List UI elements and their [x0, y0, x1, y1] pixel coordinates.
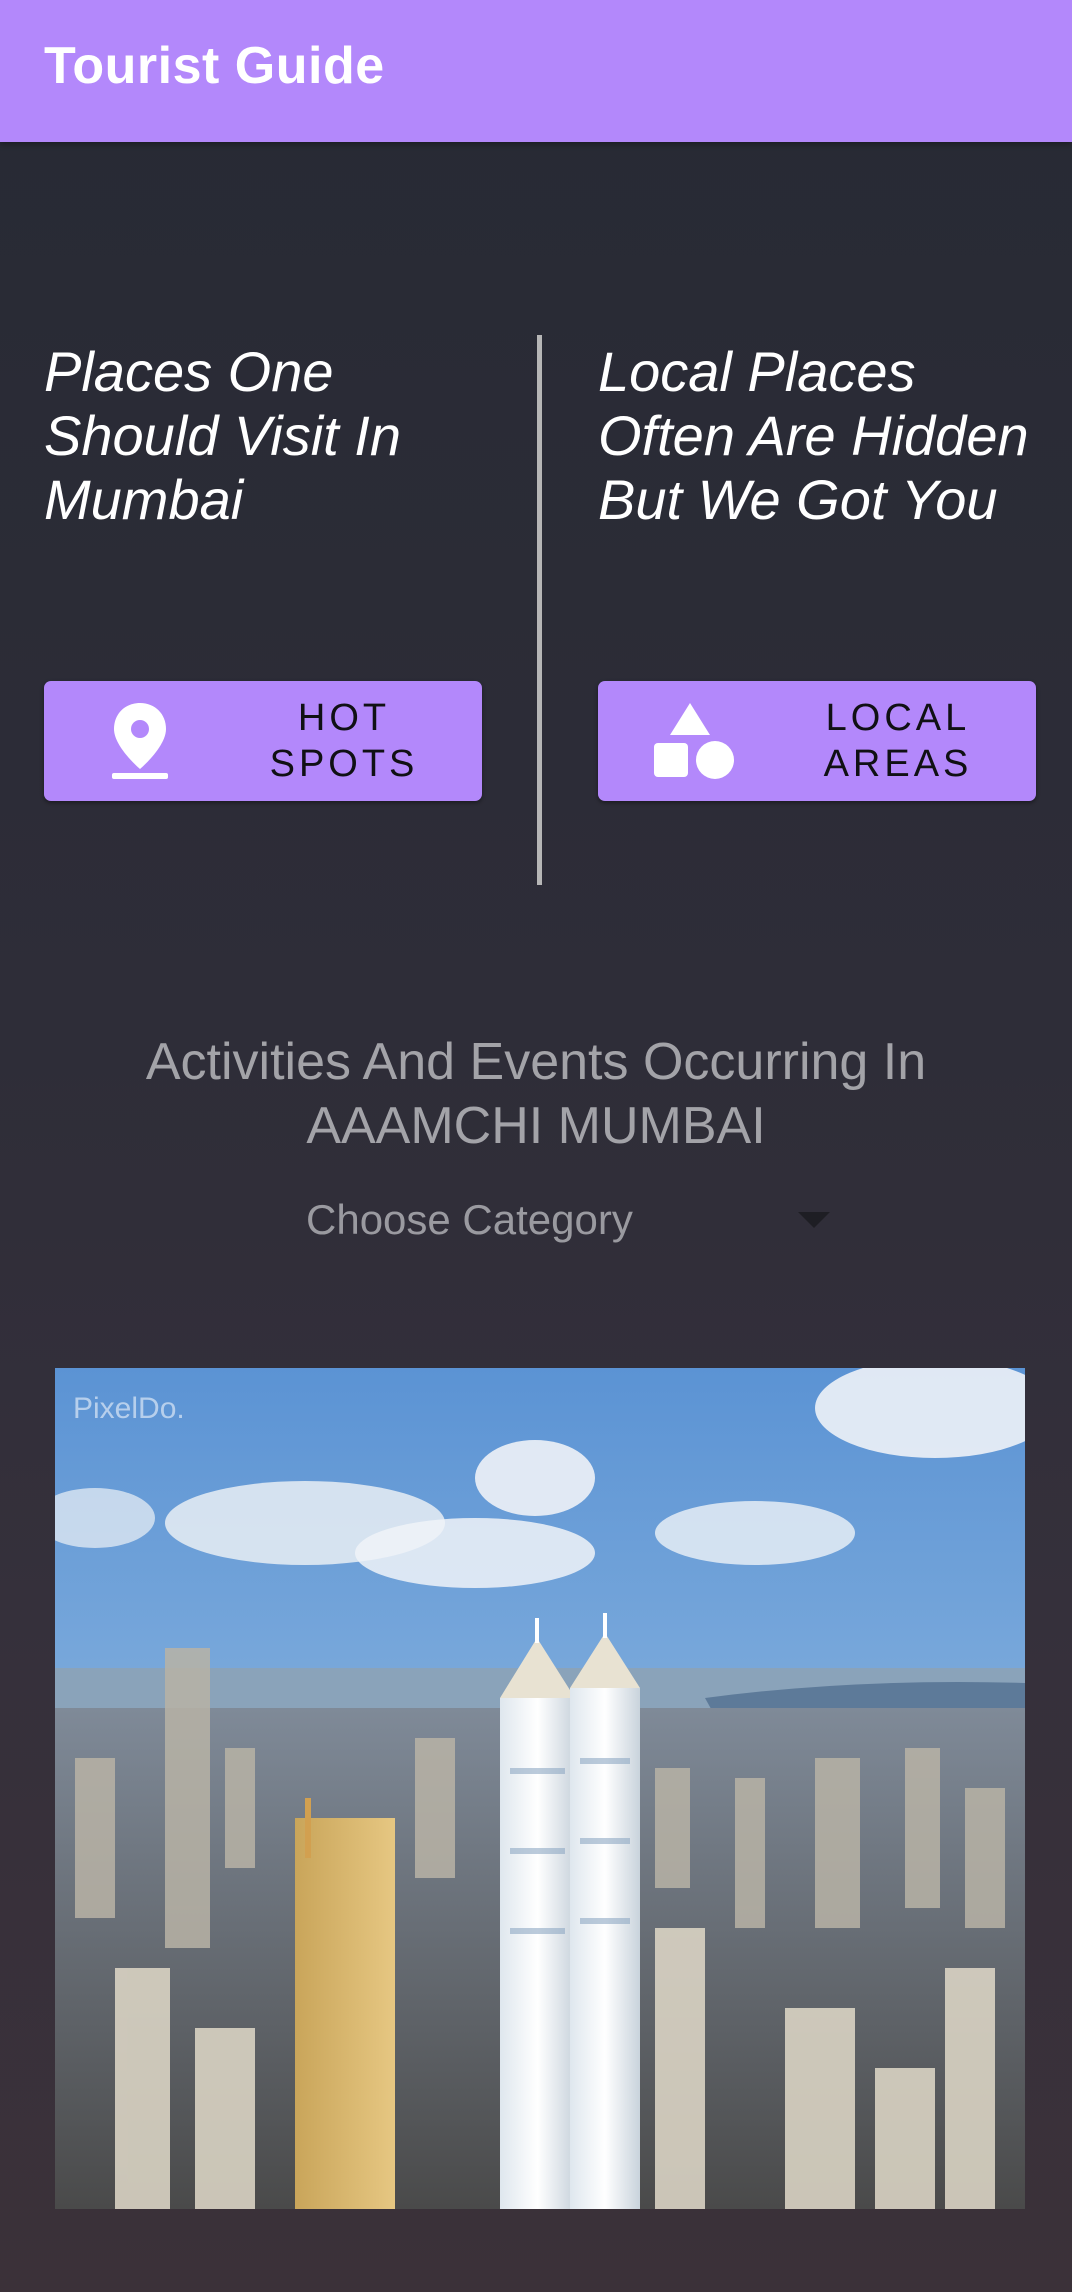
hot-spots-label: HOT SPOTS — [244, 681, 444, 801]
events-heading-line2: AAAMCHI MUMBAI — [306, 1097, 766, 1155]
location-pin-icon — [112, 703, 168, 779]
dropdown-arrow-icon — [798, 1212, 830, 1228]
hot-spots-label-line2: SPOTS — [269, 743, 419, 785]
hot-spots-button[interactable]: HOT SPOTS — [44, 681, 482, 801]
events-heading-line1: Activities And Events Occurring In — [145, 1033, 927, 1091]
app-bar: Tourist Guide — [0, 0, 1072, 142]
category-dropdown-value: Choose Category — [306, 1196, 633, 1243]
mumbai-skyline-video[interactable]: PixelDo. — [55, 1368, 1025, 2209]
local-areas-label: LOCAL AREAS — [798, 681, 998, 801]
local-areas-button[interactable]: LOCAL AREAS — [598, 681, 1036, 801]
app-title: Tourist Guide — [44, 37, 385, 95]
skyline-image — [55, 1368, 1025, 2209]
local-areas-label-line2: AREAS — [823, 743, 973, 785]
video-watermark: PixelDo. — [73, 1392, 185, 1425]
events-heading: Activities And Events Occurring In AAAMC… — [0, 1030, 1072, 1158]
shapes-icon — [654, 703, 734, 779]
column-divider — [537, 335, 542, 885]
hot-spots-label-line1: HOT — [297, 697, 391, 739]
hot-spots-description: Places One Should Visit In Mumbai — [44, 340, 401, 531]
local-areas-label-line1: LOCAL — [825, 697, 971, 739]
category-dropdown[interactable]: Choose Category — [290, 1190, 840, 1250]
local-areas-description: Local Places Often Are Hidden But We Got… — [598, 340, 1029, 531]
